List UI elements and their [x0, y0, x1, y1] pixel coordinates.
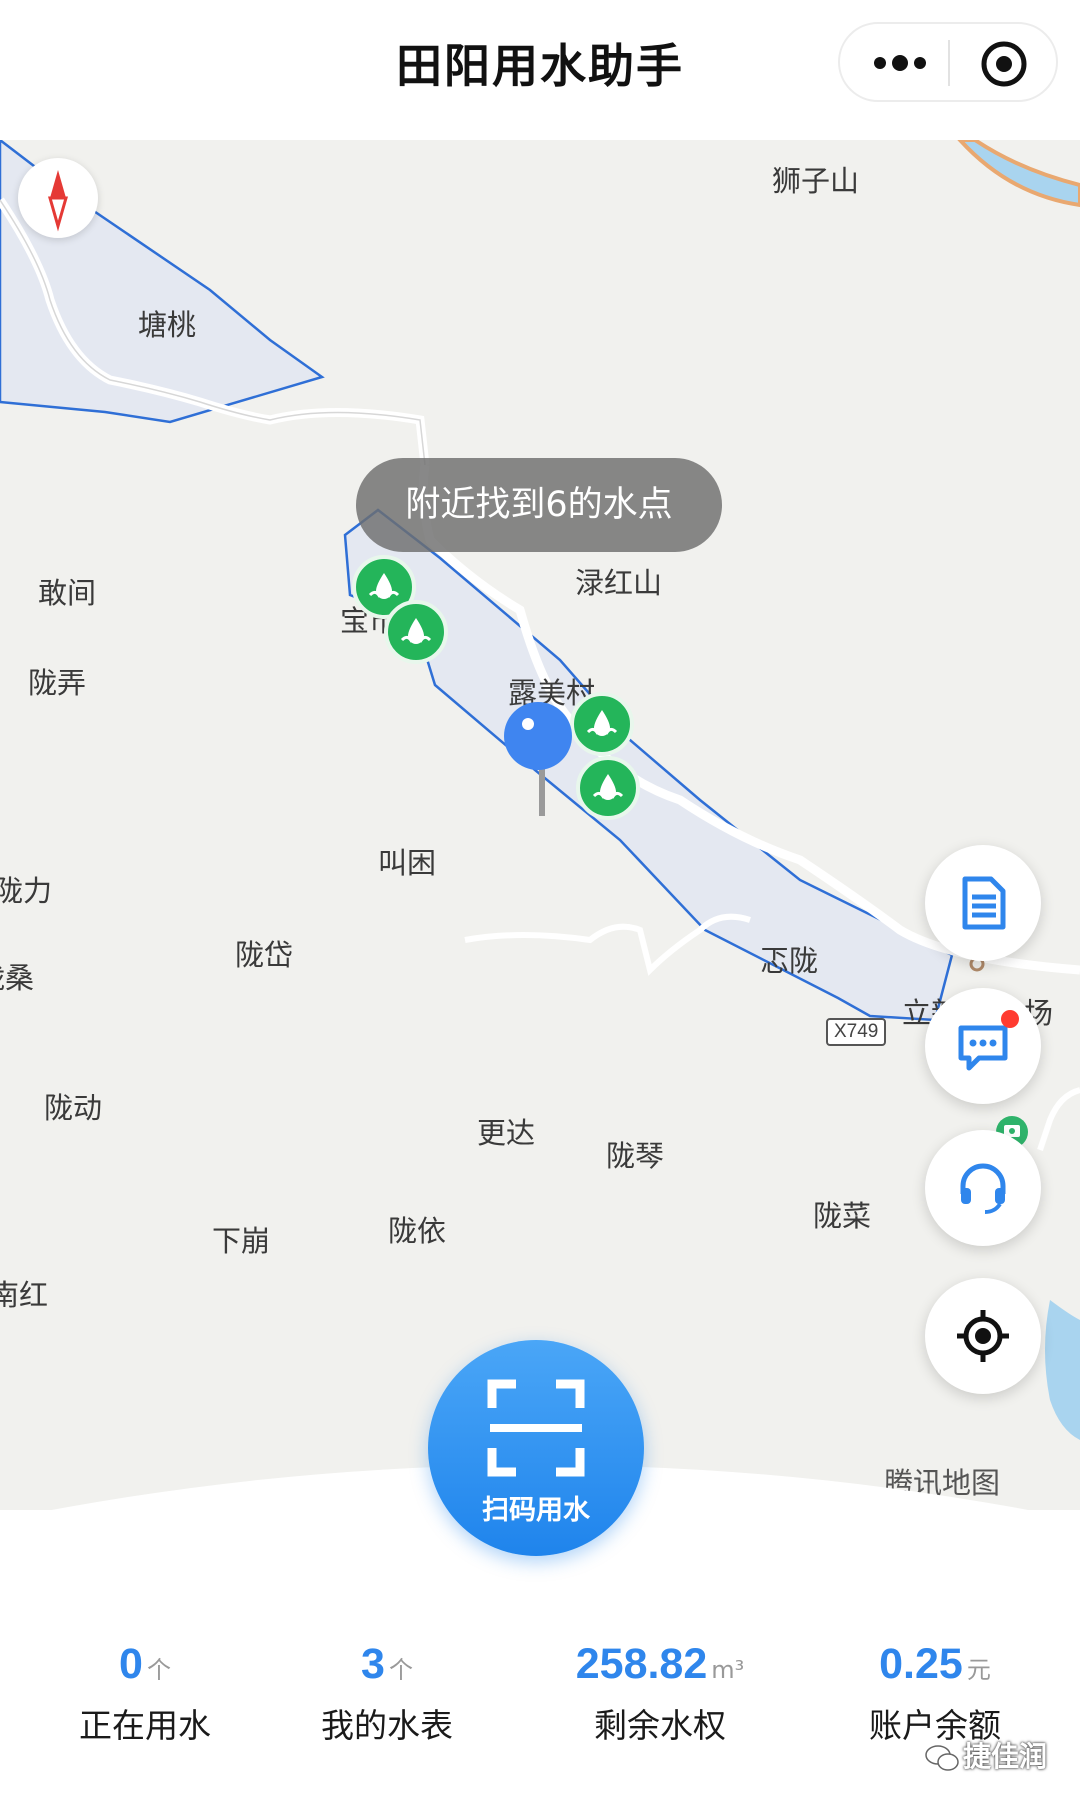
- headset-icon: [960, 1163, 1006, 1214]
- road-number-badge: X749: [826, 1018, 887, 1046]
- place-label: 陇桑: [0, 961, 35, 995]
- water-drop-icon: [400, 618, 432, 644]
- place-label: 叫困: [378, 846, 437, 880]
- messages-button[interactable]: [925, 988, 1041, 1104]
- place-label: 陇菜: [813, 1199, 872, 1233]
- place-label: 忑陇: [760, 944, 819, 978]
- compass-button[interactable]: [18, 158, 98, 238]
- close-mini-program-icon[interactable]: [980, 40, 1028, 88]
- document-icon: [962, 876, 1006, 930]
- more-icon[interactable]: [870, 48, 930, 78]
- stat-unit: 个: [146, 1656, 171, 1684]
- stat-unit: m³: [711, 1656, 745, 1684]
- stat-my-meters[interactable]: 3个 我的水表: [262, 1640, 512, 1747]
- scan-button-label: 扫码用水: [482, 1495, 590, 1526]
- mini-program-capsule: [838, 22, 1058, 102]
- place-label: 陇琴: [606, 1139, 665, 1173]
- scan-to-use-water-button[interactable]: 扫码用水: [428, 1340, 644, 1556]
- stat-value: 0: [119, 1640, 143, 1688]
- navigation-bar: 田阳用水助手: [0, 0, 1080, 140]
- place-label: 南红: [0, 1278, 49, 1312]
- current-location-pin: [504, 702, 572, 816]
- stat-using-water[interactable]: 0个 正在用水: [20, 1640, 270, 1747]
- place-label: 渌红山: [575, 566, 663, 600]
- stat-label: 正在用水: [79, 1706, 211, 1745]
- watermark: 捷佳润: [925, 1735, 1047, 1775]
- stat-account-balance[interactable]: 0.25 元 账户余额: [810, 1640, 1060, 1747]
- water-drop-icon: [586, 710, 618, 736]
- stat-value: 258.82: [575, 1640, 708, 1688]
- customer-service-button[interactable]: [925, 1130, 1041, 1246]
- nearby-water-points-toast: 附近找到6的水点: [356, 458, 722, 552]
- records-button[interactable]: [925, 845, 1041, 961]
- stat-label: 我的水表: [321, 1706, 453, 1745]
- compass-icon: [48, 170, 68, 232]
- water-drop-icon: [368, 573, 400, 599]
- place-label: 陇动: [44, 1091, 103, 1125]
- stat-unit: 元: [966, 1656, 991, 1684]
- stat-remaining-water-rights[interactable]: 258.82 m³ 剩余水权: [535, 1640, 785, 1747]
- watermark-text: 捷佳润: [963, 1740, 1048, 1773]
- stat-label: 剩余水权: [594, 1706, 726, 1745]
- stat-unit: 个: [388, 1656, 413, 1684]
- place-label: 下崩: [212, 1224, 271, 1258]
- place-label: 狮子山: [772, 164, 860, 198]
- capsule-divider: [948, 40, 950, 86]
- locate-me-button[interactable]: [925, 1278, 1041, 1394]
- place-label: 陇弄: [28, 666, 87, 700]
- stat-value: 3: [361, 1640, 385, 1688]
- account-stats: 0个 正在用水 3个 我的水表 258.82 m³ 剩余水权 0.25 元 账户余额: [0, 1640, 1080, 1760]
- place-label: 更达: [477, 1116, 536, 1150]
- map-view[interactable]: 狮子山 塘桃 敢间 陇弄 宝市屯 渌红山 露美村 叫困 陇力 陇岱 陇桑 忑陇 …: [0, 140, 1080, 1510]
- wechat-icon: [925, 1745, 959, 1771]
- place-label: 陇岱: [235, 938, 294, 972]
- stat-value: 0.25: [879, 1640, 963, 1688]
- message-icon: [958, 1025, 1008, 1071]
- scan-icon: [487, 1379, 585, 1477]
- unread-badge: [1001, 1010, 1019, 1028]
- water-point-marker[interactable]: [384, 600, 448, 664]
- place-label: 陇力: [0, 874, 53, 908]
- locate-icon: [957, 1310, 1009, 1362]
- place-label: 陇依: [388, 1214, 447, 1248]
- place-label: 塘桃: [138, 308, 197, 342]
- water-drop-icon: [592, 774, 624, 800]
- water-point-marker[interactable]: [576, 756, 640, 820]
- place-label: 敢间: [38, 576, 97, 610]
